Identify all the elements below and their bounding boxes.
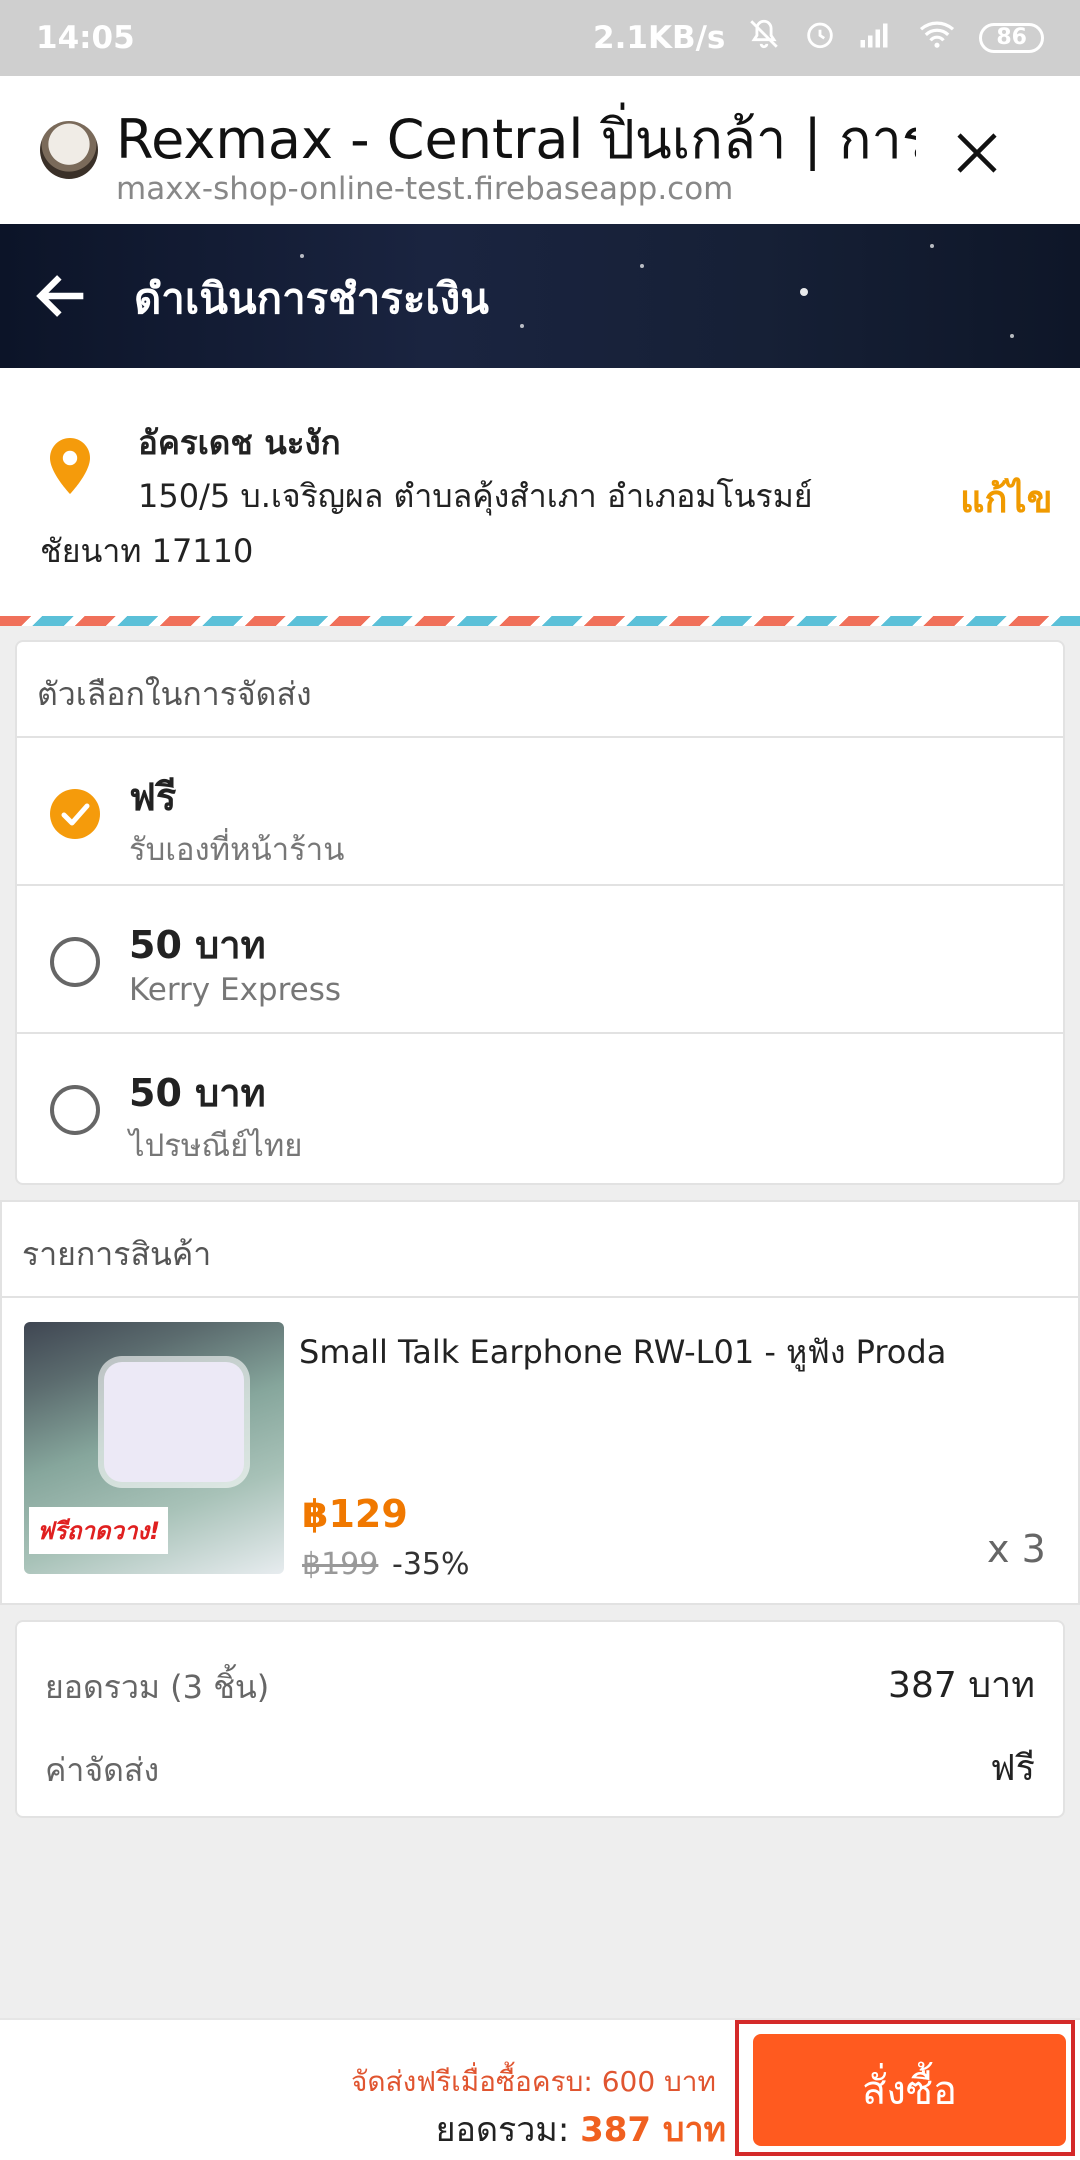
site-avatar [40, 121, 98, 179]
total-label: ยอดรวม: [435, 2110, 570, 2150]
battery-icon: 86 [979, 23, 1044, 53]
back-button[interactable] [30, 264, 94, 328]
earphone-case-graphic [104, 1362, 244, 1482]
place-order-button[interactable]: สั่งซื้อ [753, 2034, 1066, 2146]
radio-checked[interactable] [50, 789, 100, 839]
alarm-icon [803, 17, 837, 59]
shipping-option-method: Kerry Express [129, 972, 342, 1008]
products-heading: รายการสินค้า [2, 1202, 1078, 1298]
network-speed: 2.1KB/s [593, 20, 726, 56]
address-line-2: ชัยนาท 17110 [40, 532, 254, 570]
shipping-fee-label: ค่าจัดส่ง [45, 1751, 160, 1789]
check-icon [61, 803, 90, 826]
shipping-options-heading: ตัวเลือกในการจัดส่ง [17, 642, 1063, 738]
subtotal-value: 387 บาท [888, 1665, 1035, 1706]
mute-icon [747, 17, 781, 59]
product-image[interactable]: ฟรีถาดวาง! [24, 1322, 284, 1574]
shipping-address: อัครเดช นะงัก 150/5 บ.เจริญผล ตำบลคุ้งสำ… [0, 368, 1080, 618]
product-discount: -35% [392, 1547, 470, 1582]
signal-icon [859, 19, 895, 57]
product-name[interactable]: Small Talk Earphone RW-L01 - หูฟัง Proda [299, 1327, 946, 1378]
address-line-1: 150/5 บ.เจริญผล ตำบลคุ้งสำเภา อำเภอมโนรม… [138, 477, 813, 515]
total-line: ยอดรวม: 387 บาท [436, 2102, 726, 2156]
location-pin-icon [50, 438, 90, 494]
free-shipping-note: จัดส่งฟรีเมื่อซื้อครบ: 600 บาท [350, 2065, 716, 2098]
shipping-fee-value: ฟรี [990, 1748, 1035, 1789]
status-icons: 2.1KB/s 86 [593, 17, 1044, 59]
order-summary: ยอดรวม (3 ชิ้น) 387 บาท ค่าจัดส่ง ฟรี [15, 1620, 1065, 1818]
close-button[interactable] [950, 126, 1004, 180]
page-title: ดำเนินการชำระเงิน [134, 274, 489, 323]
shipping-option-pickup[interactable]: ฟรี รับเองที่หน้าร้าน [17, 738, 1063, 886]
edit-address-link[interactable]: แก้ไข [960, 468, 1053, 529]
subtotal-label: ยอดรวม (3 ชิ้น) [45, 1668, 270, 1706]
shipping-option-method: ไปรษณีย์ไทย [129, 1128, 303, 1164]
close-icon [957, 133, 997, 173]
shipping-option-method: รับเองที่หน้าร้าน [129, 832, 345, 868]
shipping-options-card: ตัวเลือกในการจัดส่ง ฟรี รับเองที่หน้าร้า… [15, 640, 1065, 1185]
shipping-option-price: ฟรี [129, 775, 177, 819]
product-image-badge: ฟรีถาดวาง! [29, 1507, 169, 1554]
browser-bar: Rexmax - Central ปิ่นเกล้า | การ... maxx… [0, 76, 1080, 224]
wifi-icon [917, 18, 957, 58]
browser-title: Rexmax - Central ปิ่นเกล้า | การ... [116, 108, 916, 171]
products-card: รายการสินค้า ฟรีถาดวาง! Small Talk Earph… [0, 1200, 1080, 1605]
total-value: 387 บาท [580, 2110, 726, 2150]
shipping-option-price: 50 บาท [129, 923, 266, 967]
shipping-option-kerry[interactable]: 50 บาท Kerry Express [17, 886, 1063, 1034]
page-header: ดำเนินการชำระเงิน [0, 224, 1080, 368]
radio-unchecked[interactable] [50, 1085, 100, 1135]
product-quantity: x 3 [987, 1527, 1046, 1571]
shipping-option-thaipost[interactable]: 50 บาท ไปรษณีย์ไทย [17, 1034, 1063, 1182]
recipient-name: อัครเดช นะงัก [138, 423, 341, 462]
status-time: 14:05 [36, 20, 135, 56]
arrow-left-icon [36, 275, 84, 317]
browser-url: maxx-shop-online-test.firebaseapp.com [116, 171, 734, 207]
product-price: ฿129 [302, 1492, 408, 1536]
radio-unchecked[interactable] [50, 937, 100, 987]
airmail-divider [0, 616, 1080, 626]
shipping-option-price: 50 บาท [129, 1071, 266, 1115]
product-old-price: ฿199 [302, 1547, 379, 1582]
status-bar: 14:05 2.1KB/s 86 [0, 0, 1080, 76]
